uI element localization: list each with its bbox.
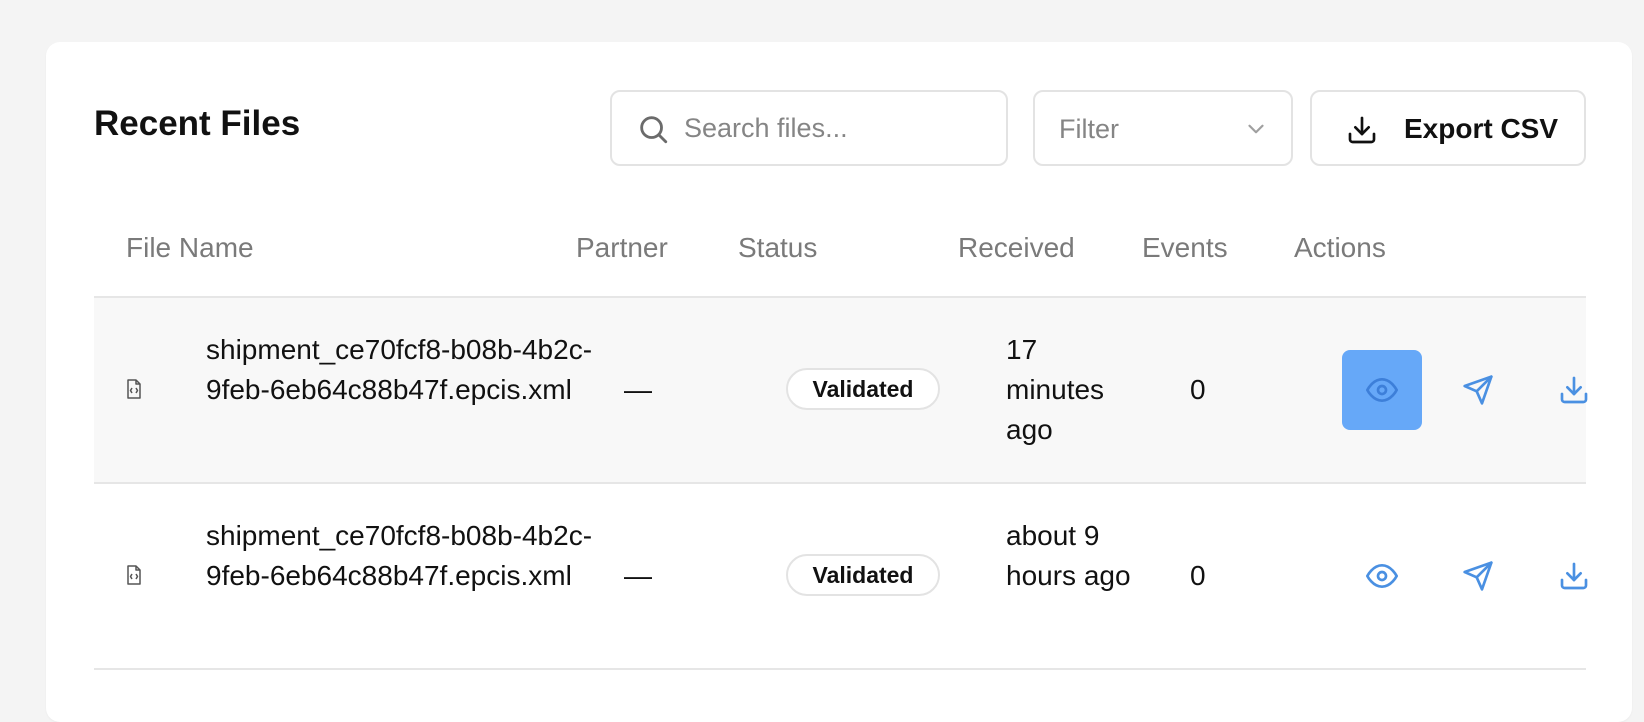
filter-label: Filter — [1059, 114, 1119, 144]
search-icon — [640, 116, 668, 144]
view-button[interactable] — [1342, 350, 1422, 430]
column-header-received: Received — [958, 232, 1075, 263]
recent-files-panel: Recent Files Filter Export CSV File Name… — [46, 42, 1632, 722]
send-icon — [1463, 561, 1493, 591]
file-icon — [127, 565, 141, 585]
events-count: 0 — [1190, 374, 1206, 405]
status-badge: Validated — [786, 368, 940, 410]
download-icon — [1348, 116, 1376, 144]
export-csv-button[interactable]: Export CSV — [1310, 90, 1586, 166]
view-button[interactable] — [1342, 536, 1422, 616]
partner-value: — — [624, 560, 652, 591]
received-value: about 9 hours ago — [1006, 520, 1131, 591]
column-header-events: Events — [1142, 232, 1228, 263]
download-button[interactable] — [1534, 536, 1614, 616]
chevron-down-icon — [1248, 124, 1264, 134]
status-badge: Validated — [786, 554, 940, 596]
received-value: 17 minutes ago — [1006, 334, 1105, 445]
send-icon — [1463, 375, 1493, 405]
search-input[interactable] — [684, 92, 994, 164]
eye-icon — [1366, 564, 1398, 588]
events-count: 0 — [1190, 560, 1206, 591]
table-row[interactable]: shipment_ce70fcf8-b08b-4b2c-9feb-6eb64c8… — [94, 484, 1588, 670]
table-row[interactable]: shipment_ce70fcf8-b08b-4b2c-9feb-6eb64c8… — [94, 298, 1588, 484]
export-csv-label: Export CSV — [1404, 113, 1559, 144]
file-icon — [127, 379, 141, 399]
file-name: shipment_ce70fcf8-b08b-4b2c-9feb-6eb64c8… — [206, 334, 593, 405]
send-button[interactable] — [1438, 536, 1518, 616]
file-name: shipment_ce70fcf8-b08b-4b2c-9feb-6eb64c8… — [206, 520, 593, 591]
column-header-status: Status — [738, 232, 818, 263]
download-button[interactable] — [1534, 350, 1614, 430]
filter-select[interactable]: Filter — [1033, 90, 1293, 166]
search-box[interactable] — [610, 90, 1008, 166]
download-icon — [1560, 562, 1588, 590]
send-button[interactable] — [1438, 350, 1518, 430]
panel-title: Recent Files — [94, 104, 301, 143]
column-header-partner: Partner — [576, 232, 668, 263]
column-header-actions: Actions — [1294, 232, 1386, 263]
partner-value: — — [624, 374, 652, 405]
eye-icon — [1366, 378, 1398, 402]
download-icon — [1560, 376, 1588, 404]
column-header-file-name: File Name — [126, 232, 254, 263]
